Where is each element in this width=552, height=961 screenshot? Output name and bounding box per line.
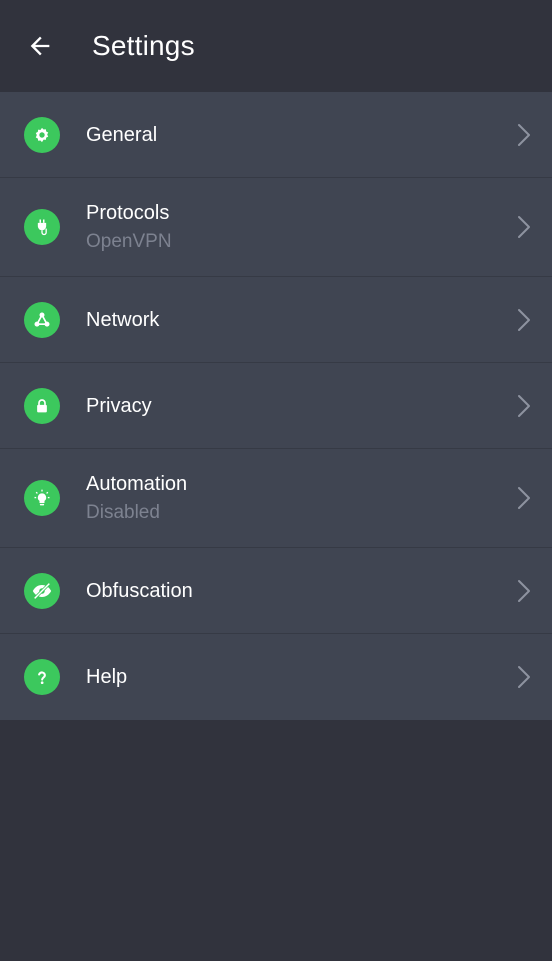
page-title: Settings	[92, 30, 195, 61]
back-button[interactable]	[20, 26, 60, 66]
network-icon	[24, 301, 60, 338]
chevron-right-icon	[518, 487, 530, 509]
settings-item-obfuscation[interactable]: Obfuscation	[0, 548, 552, 634]
chevron-right-icon	[518, 394, 530, 417]
settings-item-label: Privacy	[86, 394, 152, 417]
settings-item-label: Automation	[86, 472, 188, 495]
chevron-right-icon	[518, 216, 530, 238]
settings-item-network[interactable]: Network	[0, 277, 552, 363]
chevron-right-icon	[518, 308, 530, 331]
lock-icon	[24, 387, 60, 424]
chevron-right-icon	[518, 123, 530, 146]
settings-item-label: Protocols	[86, 201, 170, 224]
gear-icon	[24, 116, 60, 153]
settings-item-label: Network	[86, 308, 160, 331]
eye-slash-icon	[24, 572, 60, 609]
settings-item-value: OpenVPN	[86, 230, 172, 252]
settings-item-label: Help	[86, 666, 128, 688]
settings-item-label: Obfuscation	[86, 579, 193, 602]
settings-item-label: General	[86, 123, 158, 146]
lightbulb-icon	[24, 480, 60, 516]
settings-item-general[interactable]: General	[0, 92, 552, 178]
chevron-right-icon	[518, 579, 530, 602]
settings-item-privacy[interactable]: Privacy	[0, 363, 552, 449]
settings-list: General Protocols OpenVPN Network Privac…	[0, 92, 552, 720]
settings-item-help[interactable]: Help	[0, 634, 552, 720]
app-bar: Settings	[0, 0, 552, 92]
settings-item-value: Disabled	[86, 501, 160, 523]
settings-screen: Settings General Protocols OpenVPN Netwo…	[0, 0, 552, 961]
plug-icon	[24, 209, 60, 245]
settings-item-protocols[interactable]: Protocols OpenVPN	[0, 178, 552, 277]
settings-item-automation[interactable]: Automation Disabled	[0, 449, 552, 548]
chevron-right-icon	[518, 666, 530, 688]
question-icon	[24, 659, 60, 695]
arrow-left-icon	[30, 36, 50, 56]
